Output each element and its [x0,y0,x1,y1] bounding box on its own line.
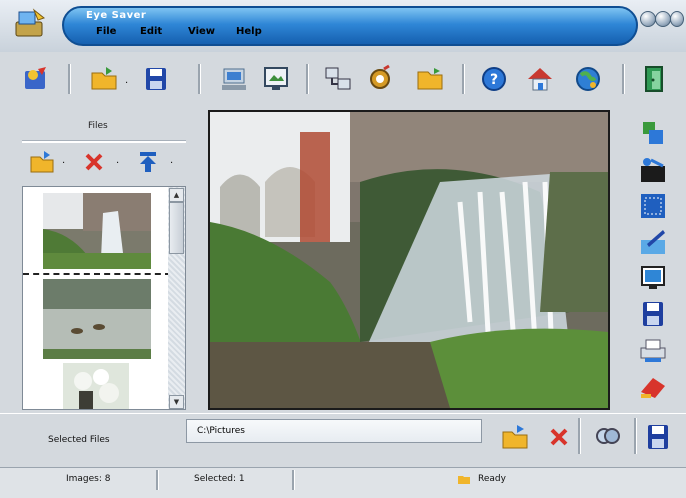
copy-tool-button[interactable] [637,120,669,148]
toolbar-divider [462,64,465,94]
erase-tool-button[interactable] [637,372,669,400]
cut-tool-icon [641,158,665,182]
thumbnail-pond[interactable] [43,279,151,359]
monitor-tool-button[interactable] [637,264,669,292]
drop-marker [23,273,171,275]
globe-icon [576,67,600,91]
panel-divider [22,140,186,143]
wizard-button[interactable] [20,63,52,95]
dropdown-dot: · [116,158,120,169]
delete-icon [550,428,568,446]
thumbnail-blossom[interactable] [63,363,129,409]
menu-edit[interactable]: Edit [140,26,162,37]
save-button[interactable] [140,63,172,95]
toolbar-divider [306,64,309,94]
open-folder-icon [91,67,117,90]
status-ready: Ready [478,474,506,484]
toolbar-divider [198,64,201,94]
cut-tool-button[interactable] [637,156,669,184]
save-tool-button[interactable] [637,300,669,328]
svg-text:?: ? [490,72,498,88]
monitor-button[interactable] [260,63,292,95]
computer-button[interactable] [218,63,250,95]
toolbar-divider [622,64,625,94]
scroll-up-arrow[interactable]: ▲ [169,188,184,202]
dropdown-dot: · [170,158,174,169]
dropdown-dot: · [62,158,66,169]
print-tool-icon [640,339,666,362]
path-input[interactable] [186,419,482,443]
toolbar-divider [578,418,581,454]
erase-tool-icon [641,378,665,398]
thumbnail-list[interactable] [22,186,186,410]
status-images: Images: 8 [66,474,111,484]
save-tool-icon [643,302,663,326]
open-folder-icon [502,425,528,449]
status-selected: Selected: 1 [194,474,245,484]
dropdown-dot: · [125,78,129,89]
globe-button[interactable] [572,63,604,95]
menu-help[interactable]: Help [236,26,262,37]
network-icon [325,67,351,90]
main-toolbar: · ? [10,56,676,102]
help-icon: ? [482,67,506,91]
home-icon [528,68,552,91]
print-tool-button[interactable] [637,336,669,364]
edit-tool-icon [641,230,665,254]
status-divider [292,470,295,490]
monitor-tool-icon [641,266,665,289]
status-folder-icon [458,474,470,484]
bottom-open-button[interactable] [500,422,530,452]
open-button[interactable] [88,63,120,95]
monitor-icon [264,67,288,90]
delete-icon [85,153,103,171]
move-up-icon [140,152,156,172]
image-preview[interactable] [208,110,610,410]
bottom-delete-button[interactable] [546,424,572,450]
app-icon[interactable] [14,8,48,40]
home-button[interactable] [524,63,556,95]
help-button[interactable]: ? [478,63,510,95]
edit-tool-button[interactable] [637,228,669,256]
menu-file[interactable]: File [96,26,116,37]
folder-icon [417,68,443,90]
network-button[interactable] [322,63,354,95]
exit-icon [645,66,663,92]
scroll-thumb[interactable] [169,202,184,254]
settings-icon [370,64,390,89]
bottom-search-button[interactable] [592,422,622,452]
menu-view[interactable]: View [188,26,215,37]
window-title: Eye Saver [86,10,147,21]
panel-open-button[interactable] [28,148,56,176]
panel-title: Files [88,121,108,131]
select-tool-icon [641,194,665,218]
computer-icon [222,68,246,90]
select-tool-button[interactable] [637,192,669,220]
toolbar-divider [634,418,637,454]
copy-tool-icon [643,122,663,144]
wizard-icon [25,67,46,89]
thumbnail-waterfall[interactable] [43,193,151,269]
exit-button[interactable] [638,63,670,95]
waterfall-photo [210,112,608,408]
search-icon [596,428,620,444]
maximize-button[interactable] [655,11,671,27]
open-folder-icon [30,151,54,173]
save-icon [648,425,668,449]
status-divider [156,470,159,490]
selected-files-label: Selected Files [48,435,110,445]
minimize-button[interactable] [640,11,656,27]
panel-move-up-button[interactable] [134,148,162,176]
bottom-save-button[interactable] [644,422,672,452]
folder-button[interactable] [414,63,446,95]
settings-button[interactable] [364,63,396,95]
panel-delete-button[interactable] [80,148,108,176]
toolbar-divider [68,64,71,94]
scroll-down-arrow[interactable]: ▼ [169,395,184,409]
close-button[interactable] [670,11,684,27]
save-icon [146,68,166,90]
